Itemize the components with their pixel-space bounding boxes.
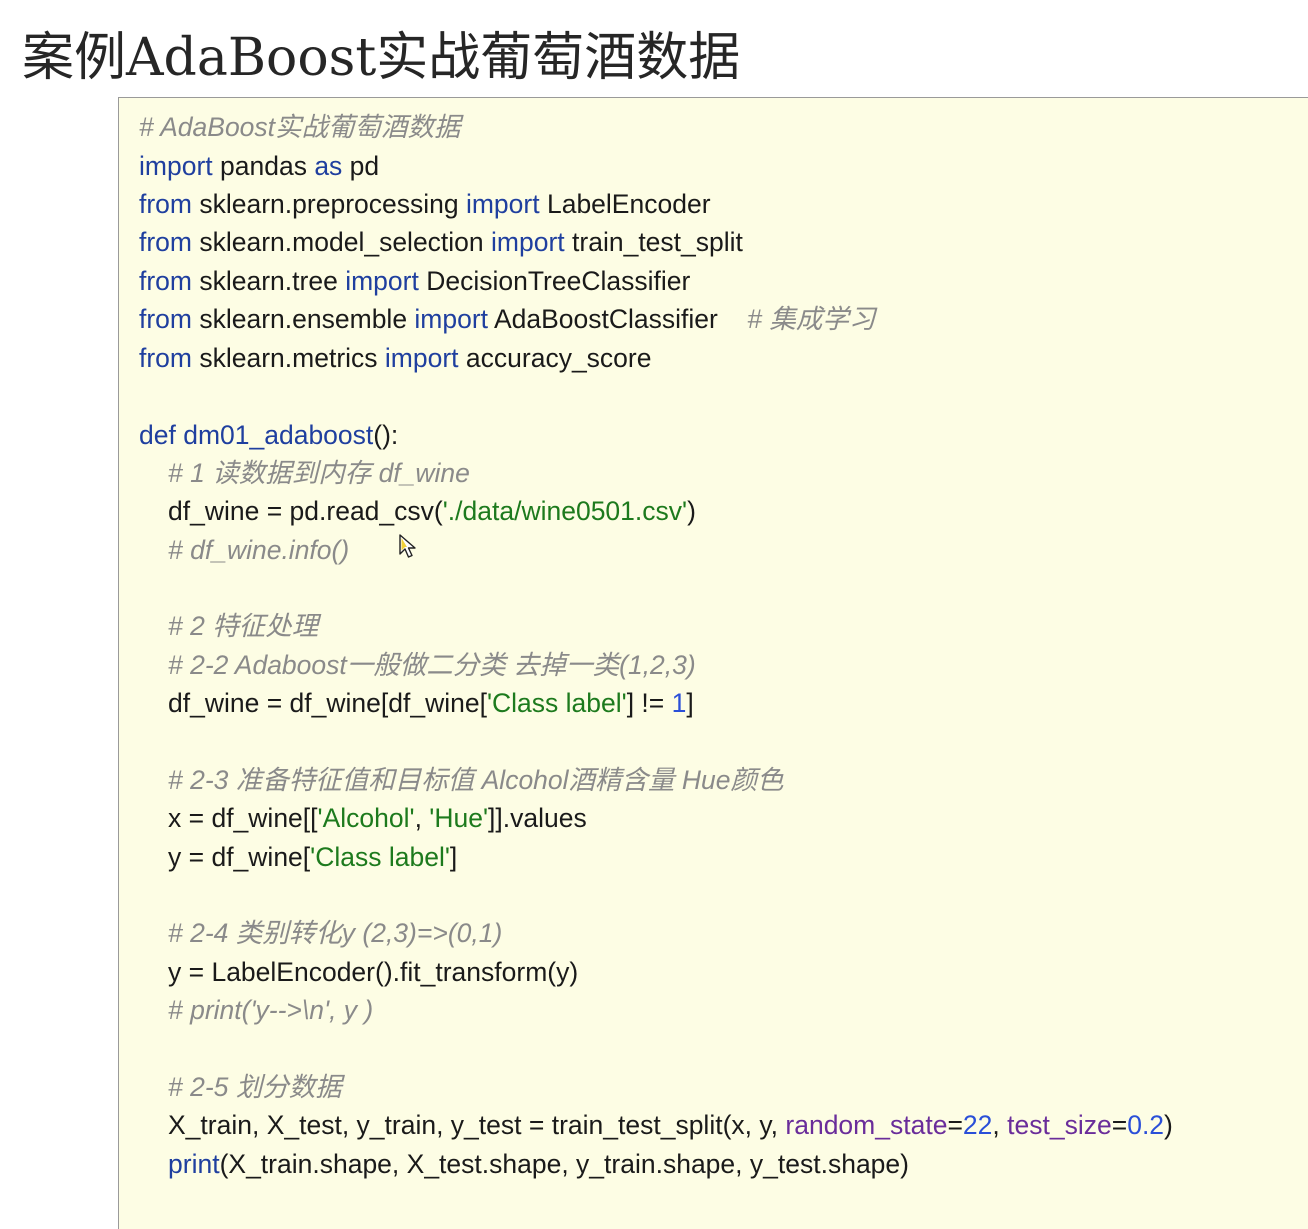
keyword: def [139,420,176,450]
keyword: import [384,343,459,373]
code-comment: # print('y-->\n', y ) [168,995,374,1025]
code-text: ] [686,688,694,718]
code-line-16: df_wine = df_wine[df_wine['Class label']… [168,684,694,722]
string-literal: './data/wine0501.csv' [442,496,688,526]
code-line-24: # print('y-->\n', y ) [168,991,373,1029]
code-line-5: from sklearn.tree import DecisionTreeCla… [139,262,690,300]
code-text: ) [687,496,696,526]
code-comment: # 2-4 类别转化y (2,3)=>(0,1) [168,918,503,948]
code-line-4: from sklearn.model_selection import trai… [139,223,743,261]
mouse-pointer-icon [399,534,416,558]
code-text: pd [342,151,380,181]
string-literal: 'Hue' [429,803,489,833]
code-text: = [1111,1110,1128,1140]
code-line-19: x = df_wine[['Alcohol', 'Hue']].values [168,799,587,837]
keyword: import [491,227,565,257]
code-text: (X_train.shape, X_test.shape, y_train.sh… [219,1149,909,1179]
code-text: X_train, X_test, y_train, y_test = train… [168,1110,786,1140]
keyword: from [139,189,192,219]
code-text: (): [373,420,399,450]
code-text: , [992,1110,1008,1140]
code-comment: # df_wine.info() [168,535,350,565]
keyword: as [314,151,343,181]
code-text: y = LabelEncoder().fit_transform(y) [168,957,579,987]
code-line-28: print(X_train.shape, X_test.shape, y_tra… [168,1145,909,1183]
code-line-22: # 2-4 类别转化y (2,3)=>(0,1) [168,914,502,952]
keyword: from [139,343,192,373]
function-name: dm01_adaboost [175,420,374,450]
code-text: AdaBoostClassifier [488,304,748,334]
keyword-argument: random_state [785,1110,948,1140]
number-literal: 0.2 [1127,1110,1165,1140]
keyword: from [139,266,192,296]
code-line-7: from sklearn.metrics import accuracy_sco… [139,339,652,377]
string-literal: 'Class label' [486,688,627,718]
code-comment: # 2-3 准备特征值和目标值 Alcohol酒精含量 Hue颜色 [168,765,784,795]
code-text: sklearn.tree [192,266,346,296]
number-literal: 1 [671,688,687,718]
code-line-18: # 2-3 准备特征值和目标值 Alcohol酒精含量 Hue颜色 [168,761,784,799]
code-line-11: df_wine = pd.read_csv('./data/wine0501.c… [168,492,696,530]
code-text: ]].values [488,803,587,833]
code-comment: # 2-2 Adaboost一般做二分类 去掉一类(1,2,3) [168,650,696,680]
keyword-argument: test_size [1007,1110,1112,1140]
string-literal: 'Alcohol' [317,803,415,833]
keyword: import [414,304,489,334]
code-line-20: y = df_wine['Class label'] [168,838,457,876]
code-text: train_test_split [564,227,743,257]
code-line-1: # AdaBoost实战葡萄酒数据 [139,108,461,146]
slide-title: 案例AdaBoost实战葡萄酒数据 [22,28,741,88]
code-text: LabelEncoder [539,189,711,219]
keyword: import [465,189,540,219]
code-comment: # AdaBoost实战葡萄酒数据 [139,112,461,142]
code-line-10: # 1 读数据到内存 df_wine [168,454,470,492]
code-line-26: # 2-5 划分数据 [168,1068,342,1106]
code-text: ] [449,842,458,872]
code-comment: # 2-5 划分数据 [168,1072,342,1102]
code-text: sklearn.model_selection [192,227,492,257]
code-comment: # 集成学习 [747,304,876,334]
code-line-3: from sklearn.preprocessing import LabelE… [139,185,711,223]
code-comment: # 2 特征处理 [168,611,319,641]
code-line-9: def dm01_adaboost(): [139,416,398,454]
code-line-12: # df_wine.info() [168,531,349,569]
keyword: from [139,304,192,334]
builtin-function: print [168,1149,220,1179]
code-block: # AdaBoost实战葡萄酒数据 import pandas as pd fr… [118,97,1308,1229]
code-text: DecisionTreeClassifier [418,266,691,296]
string-literal: 'Class label' [310,842,450,872]
keyword: import [345,266,419,296]
code-text: sklearn.metrics [192,343,385,373]
keyword: from [139,227,192,257]
code-line-6: from sklearn.ensemble import AdaBoostCla… [139,300,875,338]
code-comment: # 1 读数据到内存 df_wine [168,458,470,488]
code-text: df_wine = pd.read_csv( [168,496,443,526]
code-text: y = df_wine[ [168,842,311,872]
code-line-15: # 2-2 Adaboost一般做二分类 去掉一类(1,2,3) [168,646,696,684]
code-line-23: y = LabelEncoder().fit_transform(y) [168,953,578,991]
code-text: sklearn.preprocessing [192,189,466,219]
code-text: ) [1164,1110,1173,1140]
code-line-14: # 2 特征处理 [168,607,318,645]
code-text: df_wine = df_wine[df_wine[ [168,688,487,718]
code-text: ] != [626,688,672,718]
code-text: , [414,803,430,833]
number-literal: 22 [962,1110,993,1140]
code-line-27: X_train, X_test, y_train, y_test = train… [168,1106,1173,1144]
code-text: x = df_wine[[ [168,803,318,833]
keyword: import [139,151,213,181]
code-text: accuracy_score [458,343,652,373]
code-text: pandas [212,151,315,181]
code-text: sklearn.ensemble [192,304,415,334]
code-text: = [947,1110,963,1140]
code-line-2: import pandas as pd [139,147,379,185]
